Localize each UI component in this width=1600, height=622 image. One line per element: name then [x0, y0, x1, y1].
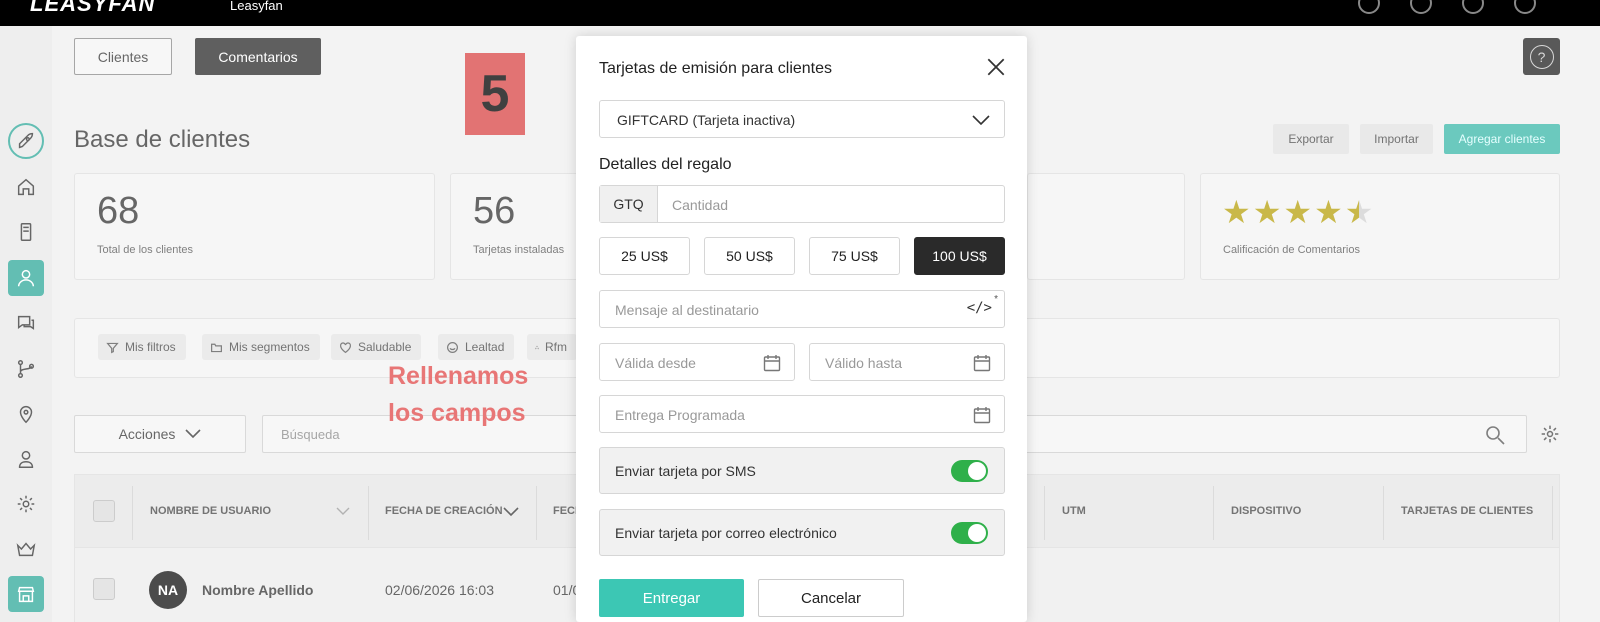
valid-to-input[interactable]: Válido hasta	[809, 343, 1005, 381]
preset-50-button[interactable]: 50 US$	[704, 237, 795, 275]
brand-name: Leasyfan	[230, 0, 283, 13]
calendar-icon[interactable]	[973, 406, 991, 424]
amount-field[interactable]: GTQ Cantidad	[599, 185, 1005, 223]
close-icon[interactable]	[985, 56, 1007, 78]
cancel-button[interactable]: Cancelar	[758, 579, 904, 617]
valid-from-input[interactable]: Válida desde	[599, 343, 795, 381]
currency-select[interactable]: GTQ	[600, 186, 658, 222]
gift-details-heading: Detalles del regalo	[599, 156, 732, 173]
preset-25-button[interactable]: 25 US$	[599, 237, 690, 275]
preset-100-button[interactable]: 100 US$	[914, 237, 1005, 275]
code-icon[interactable]: </>	[967, 300, 992, 316]
calendar-icon[interactable]	[973, 354, 991, 372]
card-type-select[interactable]: GIFTCARD (Tarjeta inactiva)	[599, 100, 1005, 138]
preset-75-button[interactable]: 75 US$	[809, 237, 900, 275]
calendar-icon[interactable]	[763, 354, 781, 372]
sms-toggle-row: Enviar tarjeta por SMS	[599, 447, 1005, 494]
amount-placeholder: Cantidad	[672, 197, 729, 213]
scheduled-delivery-input[interactable]: Entrega Programada	[599, 395, 1005, 433]
email-toggle-row: Enviar tarjeta por correo electrónico	[599, 509, 1005, 556]
sms-toggle[interactable]	[951, 460, 988, 482]
message-input[interactable]: Mensaje al destinatario </> *	[599, 290, 1005, 328]
email-label: Enviar tarjeta por correo electrónico	[615, 525, 837, 541]
chevron-down-icon	[972, 115, 990, 126]
required-mark: *	[994, 294, 998, 305]
app-logo[interactable]: LEASYFAN	[30, 0, 155, 17]
email-toggle[interactable]	[951, 522, 988, 544]
deliver-button[interactable]: Entregar	[599, 579, 744, 617]
modal-title: Tarjetas de emisión para clientes	[599, 60, 833, 77]
sms-label: Enviar tarjeta por SMS	[615, 463, 756, 479]
